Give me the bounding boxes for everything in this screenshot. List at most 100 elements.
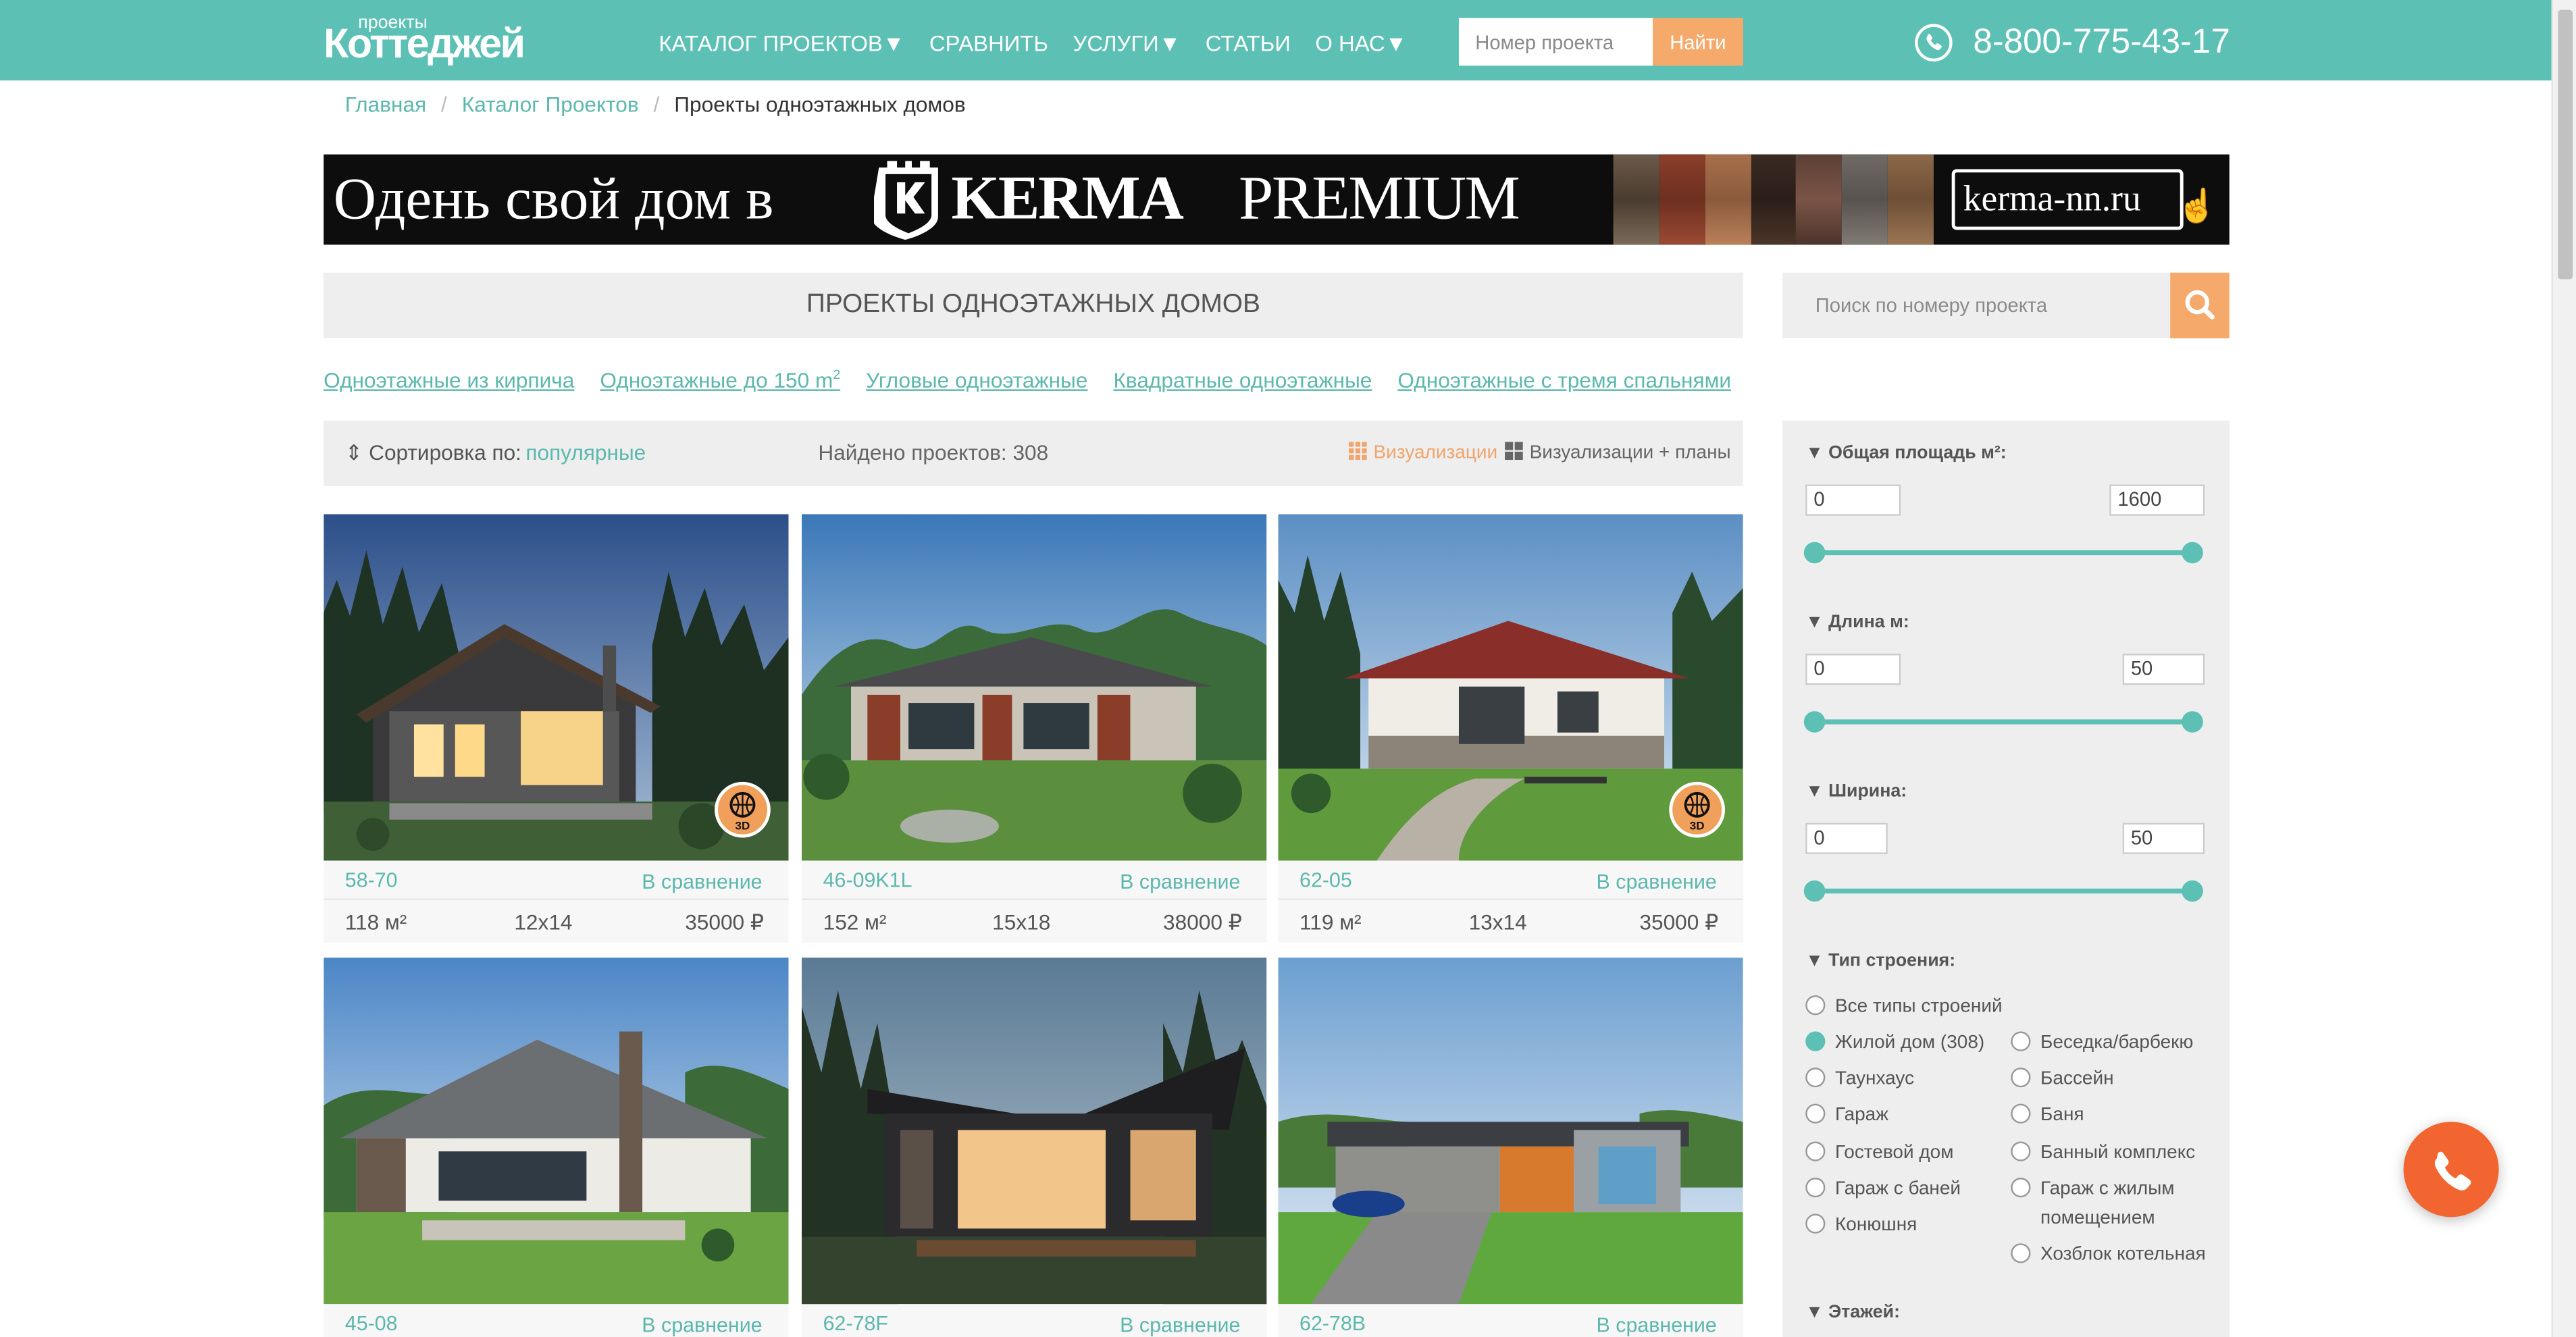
type-garage-radio[interactable]: Гараж: [1805, 1103, 1888, 1125]
type-house-radio[interactable]: Жилой дом (308): [1805, 1031, 1985, 1053]
type-guesthouse-radio[interactable]: Гостевой дом: [1805, 1141, 1954, 1163]
project-number[interactable]: 62-78B: [1299, 1312, 1366, 1335]
type-townhouse-radio[interactable]: Таунхаус: [1805, 1068, 1914, 1089]
type-house-label: Жилой дом (308): [1834, 1032, 1985, 1053]
type-utility-radio[interactable]: Хозблок котельная: [2011, 1243, 2206, 1265]
sort-label: ⇕ Сортировка по:: [345, 440, 521, 467]
area-slider-min-handle[interactable]: [1803, 542, 1826, 564]
header-phone-number[interactable]: 8-800-775-43-17: [1973, 23, 2230, 62]
width-slider-min-handle[interactable]: [1803, 880, 1826, 902]
project-number[interactable]: 62-05: [1299, 869, 1352, 892]
nav-articles[interactable]: СТАТЬИ: [1206, 31, 1291, 55]
type-sauna-complex-radio[interactable]: Банный комплекс: [2011, 1141, 2196, 1163]
filter-area-label[interactable]: ▼ Общая площадь м²:: [1805, 444, 2007, 463]
add-to-compare[interactable]: В сравнение: [1597, 870, 1717, 893]
filter-sidebar: ▼ Общая площадь м²: 0 1600 ▼ Длина м: 0 …: [1782, 420, 2230, 1337]
scrollbar-thumb[interactable]: [2558, 9, 2573, 280]
nav-compare[interactable]: СРАВНИТЬ: [929, 31, 1048, 55]
filter-type-label[interactable]: ▼ Тип строения:: [1805, 951, 1955, 970]
project-number[interactable]: 62-78F: [823, 1312, 888, 1335]
type-pool-radio[interactable]: Бассейн: [2011, 1068, 2114, 1089]
project-area: 119 м²: [1299, 910, 1362, 935]
type-guesthouse-label: Гостевой дом: [1834, 1143, 1954, 1163]
project-area: 152 м²: [823, 910, 887, 935]
tag-up-to-150[interactable]: Одноэтажные до 150 m2: [600, 367, 841, 393]
type-garage-living-radio[interactable]: Гараж с жилым: [2011, 1178, 2175, 1199]
search-icon: [2185, 290, 2215, 320]
project-image[interactable]: 3D: [1278, 514, 1743, 861]
category-links: Одноэтажные из кирпича Одноэтажные до 15…: [324, 368, 1751, 393]
width-slider-max-handle[interactable]: [2182, 880, 2203, 902]
breadcrumb-catalog[interactable]: Каталог Проектов: [462, 92, 639, 116]
area-slider-track[interactable]: [1815, 550, 2194, 556]
add-to-compare[interactable]: В сравнение: [1597, 1314, 1717, 1337]
banner-site-link[interactable]: kerma-nn.ru: [1951, 169, 2184, 230]
sort-select[interactable]: популярные: [525, 440, 646, 465]
banner-brand-premium: PREMIUM: [1239, 164, 1520, 234]
3d-badge-icon[interactable]: 3D: [1669, 781, 1726, 838]
project-image[interactable]: [1278, 958, 1743, 1305]
length-max-input[interactable]: 50: [2122, 654, 2205, 685]
tag-brick[interactable]: Одноэтажные из кирпича: [324, 369, 574, 393]
width-max-input[interactable]: 50: [2122, 822, 2205, 854]
type-sauna-radio[interactable]: Баня: [2011, 1103, 2084, 1125]
phone-icon: [1915, 24, 1953, 61]
area-min-input[interactable]: 0: [1805, 484, 1901, 516]
filter-floors-label[interactable]: ▼ Этажей:: [1805, 1303, 1900, 1322]
length-slider-track[interactable]: [1815, 719, 2194, 725]
phone-icon: [2434, 1151, 2471, 1190]
type-all-label: Все типы строений: [1834, 997, 2003, 1017]
project-number-search-input[interactable]: [1782, 272, 2171, 339]
pointer-hand-icon: ☝: [2176, 188, 2218, 226]
type-gazebo-radio[interactable]: Беседка/барбекю: [2011, 1031, 2193, 1053]
add-to-compare[interactable]: В сравнение: [642, 870, 762, 893]
project-number[interactable]: 45-08: [345, 1312, 398, 1335]
3d-badge-icon[interactable]: 3D: [715, 781, 771, 838]
project-price: 35000 ₽: [1639, 910, 1719, 935]
type-sauna-complex-label: Банный комплекс: [2040, 1143, 2196, 1163]
nav-catalog[interactable]: КАТАЛОГ ПРОЕКТОВ▼: [659, 31, 904, 55]
add-to-compare[interactable]: В сравнение: [1120, 1314, 1240, 1337]
project-image[interactable]: [802, 958, 1267, 1305]
view-visualizations[interactable]: Визуализации: [1349, 442, 1497, 463]
width-min-input[interactable]: 0: [1805, 822, 1888, 854]
brick-samples-image: [1613, 154, 1934, 245]
project-search-button[interactable]: [2170, 272, 2230, 339]
tag-square[interactable]: Квадратные одноэтажные: [1113, 369, 1372, 393]
header-project-number-input[interactable]: [1458, 18, 1653, 66]
project-number[interactable]: 46-09K1L: [823, 869, 912, 892]
tag-three-bedrooms[interactable]: Одноэтажные с тремя спальнями: [1397, 369, 1731, 393]
nav-about[interactable]: О НАС▼: [1315, 31, 1407, 55]
width-slider-track[interactable]: [1815, 888, 2194, 894]
project-image[interactable]: [802, 514, 1267, 861]
type-garage-living-label-2: помещением: [2040, 1209, 2155, 1229]
add-to-compare[interactable]: В сравнение: [1120, 870, 1240, 893]
length-slider-max-handle[interactable]: [2182, 711, 2203, 733]
project-image[interactable]: [324, 958, 789, 1305]
filter-width-label[interactable]: ▼ Ширина:: [1805, 782, 1907, 802]
project-number[interactable]: 58-70: [345, 869, 398, 892]
type-all-radio[interactable]: Все типы строений: [1805, 995, 2003, 1017]
banner-brand: KERMA: [951, 164, 1184, 234]
type-garage-sauna-radio[interactable]: Гараж с баней: [1805, 1178, 1961, 1199]
area-max-input[interactable]: 1600: [2109, 484, 2205, 516]
breadcrumb-home[interactable]: Главная: [345, 92, 426, 116]
kerma-ad-banner[interactable]: Одень свой дом в KERMA PREMIUM kerma-nn.…: [324, 154, 2230, 245]
tag-up-to-150-sup: 2: [833, 367, 841, 383]
tag-corner[interactable]: Угловые одноэтажные: [866, 369, 1087, 393]
area-slider-max-handle[interactable]: [2182, 542, 2203, 564]
house-render-image: [1278, 958, 1743, 1305]
filter-length-label[interactable]: ▼ Длина м:: [1805, 612, 1909, 632]
view-visualizations-plans[interactable]: Визуализации + планы: [1505, 442, 1731, 463]
page-scrollbar[interactable]: [2551, 0, 2576, 1337]
add-to-compare[interactable]: В сравнение: [642, 1314, 762, 1337]
type-stable-radio[interactable]: Конюшня: [1805, 1213, 1917, 1235]
type-utility-label: Хозблок котельная: [2040, 1244, 2206, 1265]
length-min-input[interactable]: 0: [1805, 654, 1901, 685]
project-image[interactable]: 3D: [324, 514, 789, 861]
length-slider-min-handle[interactable]: [1803, 711, 1826, 733]
nav-services[interactable]: УСЛУГИ▼: [1073, 31, 1181, 55]
header-search-button[interactable]: Найти: [1652, 18, 1743, 66]
breadcrumb-separator: /: [653, 92, 660, 117]
callback-button[interactable]: [2403, 1122, 2499, 1217]
